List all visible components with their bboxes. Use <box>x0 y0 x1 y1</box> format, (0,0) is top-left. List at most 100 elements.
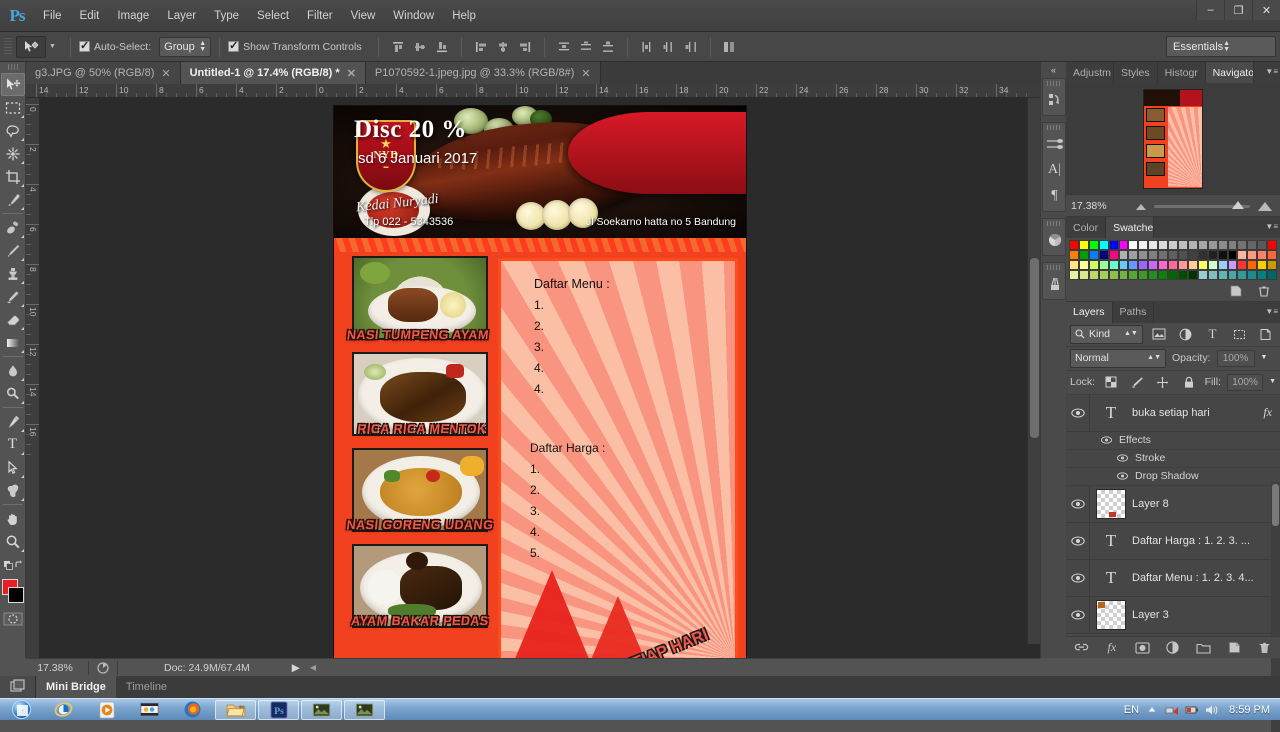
paragraph-icon[interactable]: ¶ <box>1043 183 1067 209</box>
taskbar-movie-maker[interactable] <box>129 700 170 720</box>
swatch-cell[interactable] <box>1257 259 1268 270</box>
canvas-vertical-scrollbar[interactable] <box>1027 98 1040 644</box>
close-icon[interactable]: ✕ <box>581 67 590 80</box>
lock-position-icon[interactable] <box>1153 372 1173 392</box>
mini-bridge-launch-icon[interactable] <box>0 676 36 698</box>
swatch-cell[interactable] <box>1217 240 1228 250</box>
swatch-cell[interactable] <box>1177 259 1188 270</box>
taskbar-photoshop[interactable]: Ps <box>258 699 299 720</box>
start-button[interactable] <box>0 699 42 721</box>
swatch-cell[interactable] <box>1257 240 1268 250</box>
swatch-cell[interactable] <box>1128 269 1139 280</box>
delete-layer-icon[interactable] <box>1256 639 1274 657</box>
swatch-cell[interactable] <box>1168 259 1178 270</box>
history-brush-tool[interactable] <box>1 285 25 308</box>
status-scroll-left-icon[interactable]: ◀ <box>300 663 316 672</box>
align-right-edges-icon[interactable] <box>514 36 536 58</box>
swatch-cell[interactable] <box>1267 269 1278 280</box>
swatch-cell[interactable] <box>1177 240 1188 250</box>
battery-icon[interactable] <box>1185 703 1199 717</box>
new-group-icon[interactable] <box>1195 639 1213 657</box>
auto-select-scope-dropdown[interactable]: Group ▲ ▼ <box>159 36 212 57</box>
default-colors-and-swap-icons[interactable] <box>1 553 25 576</box>
swatch-cell[interactable] <box>1118 259 1129 270</box>
tab-histogram[interactable]: Histogr <box>1157 62 1206 83</box>
history-icon[interactable] <box>1043 87 1067 113</box>
network-icon[interactable] <box>1165 703 1179 717</box>
background-color-swatch[interactable] <box>7 587 24 603</box>
swatch-cell[interactable] <box>1138 259 1149 270</box>
navigator-zoom-value[interactable]: 17.38% <box>1066 200 1120 212</box>
filter-adjustment-icon[interactable] <box>1175 324 1196 344</box>
swatch-cell[interactable] <box>1197 259 1208 270</box>
swatch-cell[interactable] <box>1148 240 1159 250</box>
spot-healing-brush-tool[interactable] <box>1 216 25 239</box>
swatch-cell[interactable] <box>1098 259 1109 270</box>
eraser-tool[interactable] <box>1 308 25 331</box>
layer-row[interactable]: Layer 3 <box>1066 596 1280 634</box>
taskbar-firefox[interactable] <box>172 700 213 720</box>
swatch-cell[interactable] <box>1158 249 1169 260</box>
swatch-cell[interactable] <box>1088 259 1099 270</box>
align-top-edges-icon[interactable] <box>387 36 409 58</box>
swatch-cell[interactable] <box>1227 259 1238 270</box>
rectangular-marquee-tool[interactable] <box>1 96 25 119</box>
pen-tool[interactable] <box>1 410 25 433</box>
menu-file[interactable]: File <box>34 5 71 27</box>
swatch-cell[interactable] <box>1078 249 1089 260</box>
swatch-cell[interactable] <box>1069 259 1079 270</box>
document-tab-p1070592[interactable]: P1070592-1.jpeg.jpg @ 33.3% (RGB/8#) ✕ <box>365 62 601 84</box>
align-horizontal-centers-icon[interactable] <box>492 36 514 58</box>
swatch-cell[interactable] <box>1267 249 1278 260</box>
swatch-cell[interactable] <box>1187 269 1198 280</box>
align-bottom-edges-icon[interactable] <box>431 36 453 58</box>
swatch-cell[interactable] <box>1217 269 1228 280</box>
filter-type-icon[interactable]: T <box>1202 324 1223 344</box>
lock-image-pixels-icon[interactable] <box>1127 372 1147 392</box>
dock-group-grip[interactable] <box>1046 81 1061 86</box>
align-left-edges-icon[interactable] <box>470 36 492 58</box>
new-swatch-icon[interactable] <box>1226 281 1244 299</box>
adjustments-icon[interactable] <box>1043 131 1067 157</box>
layer-visibility-eye-icon[interactable] <box>1066 559 1090 597</box>
menu-layer[interactable]: Layer <box>158 5 205 27</box>
swatch-cell[interactable] <box>1168 249 1178 260</box>
auto-align-layers-icon[interactable] <box>719 36 741 58</box>
horizontal-type-tool[interactable]: T <box>1 433 25 456</box>
navigator-zoom-slider[interactable] <box>1120 195 1280 217</box>
swatch-cell[interactable] <box>1237 249 1248 260</box>
swatch-cell[interactable] <box>1187 249 1198 260</box>
swatch-cell[interactable] <box>1148 249 1159 260</box>
swatch-cell[interactable] <box>1227 269 1238 280</box>
language-indicator[interactable]: EN <box>1124 704 1139 716</box>
options-bar-grip[interactable] <box>4 37 12 56</box>
swatch-cell[interactable] <box>1128 240 1139 250</box>
quick-mask-toggle-icon[interactable] <box>2 611 24 627</box>
new-adjustment-layer-icon[interactable] <box>1164 639 1182 657</box>
layer-row[interactable]: T Daftar Harga : 1. 2. 3. ... <box>1066 522 1280 560</box>
canvas-vertical-scroll-thumb[interactable] <box>1030 258 1039 438</box>
lock-transparent-pixels-icon[interactable] <box>1101 372 1121 392</box>
layer-row[interactable]: Layer 8 <box>1066 485 1280 523</box>
swatch-cell[interactable] <box>1069 249 1079 260</box>
filter-pixel-icon[interactable] <box>1149 324 1170 344</box>
swatch-cell[interactable] <box>1237 240 1248 250</box>
filter-smart-object-icon[interactable] <box>1255 324 1276 344</box>
distribute-bottom-edges-icon[interactable] <box>597 36 619 58</box>
close-icon[interactable]: ✕ <box>161 67 170 80</box>
swatch-cell[interactable] <box>1177 249 1188 260</box>
swatch-cell[interactable] <box>1207 249 1218 260</box>
fill-chevron-icon[interactable]: ▼ <box>1269 378 1276 385</box>
link-layers-icon[interactable] <box>1072 639 1090 657</box>
taskbar-image-viewer[interactable] <box>301 699 342 720</box>
layer-effect-item[interactable]: Drop Shadow <box>1066 467 1280 486</box>
distribute-top-edges-icon[interactable] <box>553 36 575 58</box>
swatch-cell[interactable] <box>1108 240 1119 250</box>
taskbar-image-viewer-2[interactable] <box>344 699 385 720</box>
dock-group-grip[interactable] <box>1046 221 1061 226</box>
align-vertical-centers-icon[interactable] <box>409 36 431 58</box>
menu-filter[interactable]: Filter <box>298 5 342 27</box>
navigator-zoom-handle[interactable] <box>1232 200 1244 209</box>
layer-filter-kind-dropdown[interactable]: Kind ▲▼ <box>1070 324 1143 344</box>
swatch-cell[interactable] <box>1118 240 1129 250</box>
